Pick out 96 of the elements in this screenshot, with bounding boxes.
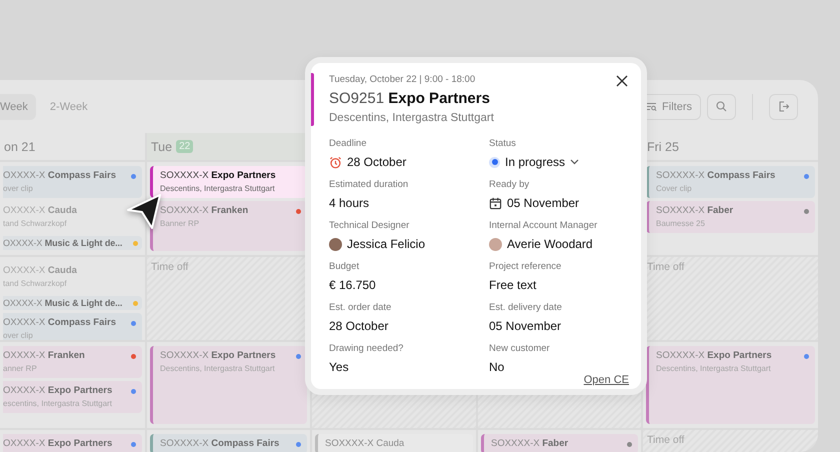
event-title: SO9251 Expo Partners bbox=[329, 90, 491, 107]
field-value: Free text bbox=[489, 278, 536, 292]
field-label: Project reference bbox=[489, 261, 562, 272]
event-title: OXXXX-X Cauda bbox=[3, 205, 78, 217]
event-subtitle: tand Schwarzkopf bbox=[3, 279, 68, 289]
view-tab[interactable]: 2-Week bbox=[42, 94, 96, 120]
event-card[interactable]: OXXXX-X Franken anner RP bbox=[3, 346, 142, 378]
field-value: Yes bbox=[329, 360, 349, 374]
event-subtitle: over clip bbox=[3, 331, 34, 340]
event-subtitle: Baumesse 25 bbox=[656, 219, 706, 229]
event-title: SOXXXX-X Faber bbox=[491, 438, 570, 450]
event-card[interactable]: OXXXX-X Music & Light de... bbox=[3, 296, 142, 310]
time-off-label: Time off bbox=[647, 434, 686, 446]
event-title: OXXXX-X Compass Fairs bbox=[3, 170, 117, 182]
event-card[interactable]: SOXXXX-X Faber bbox=[481, 434, 638, 452]
alarm-clock-icon bbox=[329, 156, 342, 168]
event-card[interactable]: OXXXX-X Expo Partners bbox=[3, 434, 142, 452]
search-button[interactable] bbox=[707, 94, 736, 120]
exit-icon bbox=[778, 101, 789, 112]
field-label: Ready by bbox=[489, 179, 530, 190]
event-subtitle: Descentins, Intergastra Stuttgart bbox=[656, 364, 772, 374]
field-value: 05 November bbox=[507, 196, 580, 210]
event-card[interactable]: SOXXXX-X Compass Fairs Cover clip bbox=[646, 166, 815, 198]
event-card[interactable]: OXXXX-X Compass Fairs over clip bbox=[3, 313, 142, 340]
day-label: Fri 25 bbox=[647, 140, 679, 154]
event-card[interactable]: SOXXXX-X Compass Fairs bbox=[150, 434, 307, 452]
event-title: SOXXXX-X Expo Partners bbox=[160, 170, 277, 182]
event-title: SOXXXX-X Expo Partners bbox=[656, 350, 773, 362]
time-off-label: Time off bbox=[647, 261, 686, 273]
date-badge: 22 bbox=[176, 140, 194, 153]
field-label: Est. delivery date bbox=[489, 302, 563, 313]
event-title: SOXXXX-X Expo Partners bbox=[160, 350, 277, 362]
field-value: 05 November bbox=[489, 319, 562, 333]
event-card[interactable]: SOXXXX-X Faber Baumesse 25 bbox=[646, 201, 815, 233]
event-subtitle: anner RP bbox=[3, 364, 38, 374]
event-card[interactable]: OXXXX-X Music & Light de... bbox=[3, 236, 142, 250]
event-card[interactable]: OXXXX-X Compass Fairs over clip bbox=[3, 166, 142, 198]
time-off-label: Time off bbox=[151, 261, 190, 273]
field-value: Jessica Felicio bbox=[347, 237, 426, 251]
exit-button[interactable] bbox=[769, 94, 798, 120]
event-title: SOXXXX-X Compass Fairs bbox=[160, 438, 280, 450]
field-value: 4 hours bbox=[329, 196, 370, 210]
chevron-down-icon[interactable] bbox=[570, 159, 580, 165]
field-value: No bbox=[489, 360, 504, 374]
event-title: OXXXX-X Music & Light de... bbox=[3, 297, 124, 309]
event-title: OXXXX-X Expo Partners bbox=[3, 438, 114, 450]
event-subtitle: Cover clip bbox=[656, 184, 693, 194]
field-label: Estimated duration bbox=[329, 179, 410, 190]
field-label: Technical Designer bbox=[329, 220, 410, 231]
field-label: New customer bbox=[489, 343, 551, 354]
event-card[interactable]: SOXXXX-X Expo Partners Descentins, Intergastra Stuttgart bbox=[646, 346, 815, 424]
day-label: on 21 bbox=[4, 140, 36, 154]
event-card[interactable]: SOXXXX-X Expo Partners Descentins, Intergastra Stuttgart bbox=[150, 166, 307, 198]
field-label: Deadline bbox=[329, 138, 368, 149]
event-title: OXXXX-X Expo Partners bbox=[3, 385, 114, 397]
status-dot bbox=[489, 156, 500, 168]
field-label: Est. order date bbox=[329, 302, 392, 313]
field-value: 28 October bbox=[347, 155, 406, 169]
field-value[interactable]: In progress bbox=[505, 155, 566, 169]
event-time: Tuesday, October 22 | 9:00 - 18:00 bbox=[329, 74, 476, 85]
event-title: OXXXX-X Franken bbox=[3, 350, 86, 362]
event-card[interactable]: SOXXXX-X Expo Partners Descentins, Intergastra Stuttgart bbox=[150, 346, 307, 424]
event-title: SOXXXX-X Compass Fairs bbox=[656, 170, 776, 182]
field-label: Internal Account Manager bbox=[489, 220, 598, 231]
event-subtitle: escentins, Intergastra Stuttgart bbox=[3, 399, 113, 409]
calendar-icon bbox=[489, 196, 502, 210]
field-value: Averie Woodard bbox=[507, 237, 593, 251]
event-title: SOXXXX-X Cauda bbox=[325, 438, 406, 450]
event-title: OXXXX-X Music & Light de... bbox=[3, 237, 124, 249]
event-subtitle: Descentins, Intergastra Stuttgart bbox=[160, 184, 276, 194]
event-title: SOXXXX-X Faber bbox=[656, 205, 734, 217]
filter-icon bbox=[646, 102, 658, 112]
event-title: SOXXXX-X Franken bbox=[160, 205, 250, 217]
event-subtitle: Descentins, Intergastra Stuttgart bbox=[329, 112, 495, 124]
event-title: OXXXX-X Compass Fairs bbox=[3, 317, 117, 329]
view-tab[interactable]: Week bbox=[0, 94, 36, 120]
day-label: Tue bbox=[151, 140, 172, 154]
field-label: Budget bbox=[329, 261, 360, 272]
avatar bbox=[329, 238, 342, 250]
field-value: 28 October bbox=[329, 319, 388, 333]
event-subtitle: tand Schwarzkopf bbox=[3, 219, 68, 229]
field-value: € 16.750 bbox=[329, 278, 376, 292]
event-title: OXXXX-X Cauda bbox=[3, 265, 78, 277]
event-card[interactable]: SOXXXX-X Franken Banner RP bbox=[150, 201, 307, 251]
avatar bbox=[489, 238, 502, 250]
close-icon[interactable] bbox=[615, 74, 629, 88]
event-subtitle: over clip bbox=[3, 184, 34, 194]
event-subtitle: Descentins, Intergastra Stuttgart bbox=[160, 364, 276, 374]
event-card[interactable]: OXXXX-X Cauda tand Schwarzkopf bbox=[3, 261, 142, 293]
event-card[interactable]: OXXXX-X Cauda tand Schwarzkopf bbox=[3, 201, 142, 233]
event-card[interactable]: OXXXX-X Expo Partners escentins, Intergastra Stuttgart bbox=[3, 381, 142, 413]
search-icon bbox=[716, 101, 727, 112]
open-ce-link[interactable]: Open CE bbox=[584, 374, 629, 386]
event-subtitle: Banner RP bbox=[160, 219, 200, 229]
field-label: Status bbox=[489, 138, 517, 149]
field-label: Drawing needed? bbox=[329, 343, 404, 354]
